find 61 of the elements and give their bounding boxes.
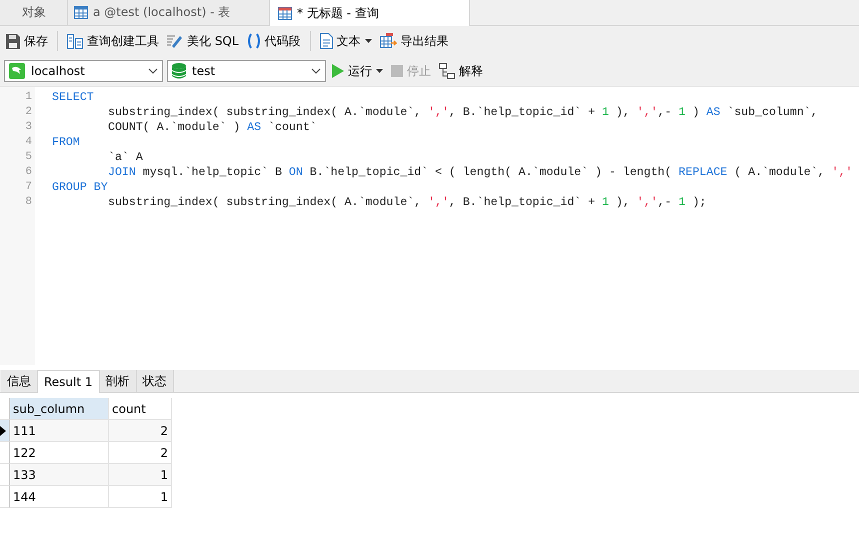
row-header[interactable] [0,420,10,442]
document-tab[interactable]: 对象 [0,0,68,25]
code-line: COUNT( A.`module` ) AS `count` [107,120,317,135]
toolbar-button[interactable]: 保存 [4,30,50,52]
result-tab[interactable]: 状态 [136,370,174,392]
export-icon [380,33,397,49]
action-button[interactable]: 解释 [437,60,485,82]
line-number: 8 [24,195,33,210]
table-icon [74,6,88,19]
action-button[interactable]: 运行 [330,60,385,82]
code-line: substring_index( substring_index( A.`module`, ',', B.`help_topic_id` + 1 ), ',',- 1 ) AS `sub_column`, [107,105,818,120]
table-cell: 144 [10,486,109,508]
document-tab[interactable]: * 无标题 - 查询 [270,0,470,26]
line-number: 4 [24,135,33,150]
toolbar-button[interactable]: 查询创建工具 [65,30,161,52]
play-icon [332,64,344,78]
table-icon [278,6,292,20]
database-icon [172,63,186,79]
table-cell: 1 [109,464,172,486]
column-header[interactable]: count [109,398,172,420]
document-icon [320,33,333,49]
code-line: SELECT [52,90,94,105]
column-header[interactable]: sub_column [10,398,109,420]
line-number: 2 [24,105,33,120]
corner-header [0,398,10,420]
code-line: substring_index( substring_index( A.`module`, ',', B.`help_topic_id` + 1 ), ',',- 1 ); [107,195,706,210]
database-select[interactable]: test [167,60,326,82]
result-tab[interactable]: 信息 [1,370,38,392]
table-cell: 133 [10,464,109,486]
connection-select[interactable]: localhost [4,60,163,82]
builder-icon [67,34,83,48]
toolbar-button[interactable]: 美化 SQL [165,30,241,52]
code-line: FROM [52,135,80,150]
line-number: 6 [24,165,33,180]
line-number: 1 [24,90,33,105]
toolbar-button[interactable]: 导出结果 [378,30,451,52]
line-number: 3 [24,120,33,135]
table-cell: 2 [109,420,172,442]
table-cell: 1 [109,486,172,508]
explain-icon [439,63,455,79]
table-cell: 2 [109,442,172,464]
code-line: `a` A [107,150,143,165]
line-number: 5 [24,150,33,165]
current-row-icon [0,426,6,436]
line-number: 7 [24,180,33,195]
toolbar-button[interactable]: 文本 [318,30,374,52]
dolphin-icon [9,63,25,79]
result-tab[interactable]: 剖析 [100,370,137,392]
code-line: JOIN mysql.`help_topic` B ON B.`help_topic_id` < ( length( A.`module` ) - length( REPLACE ( A.`module`, ',' [107,165,852,180]
toolbar-button[interactable]: 代码段 [244,30,303,52]
brush-icon [167,34,183,48]
result-tab[interactable]: Result 1 [38,370,100,393]
chevron-icon [148,68,158,74]
table-cell: 111 [10,420,109,442]
save-icon [6,34,20,48]
code-line: GROUP BY [52,180,108,195]
chevron-icon [311,68,321,74]
parentheses-icon [246,33,261,49]
document-tab[interactable]: a @test (localhost) - 表 [68,0,270,25]
table-cell: 122 [10,442,109,464]
stop-icon [391,65,403,77]
